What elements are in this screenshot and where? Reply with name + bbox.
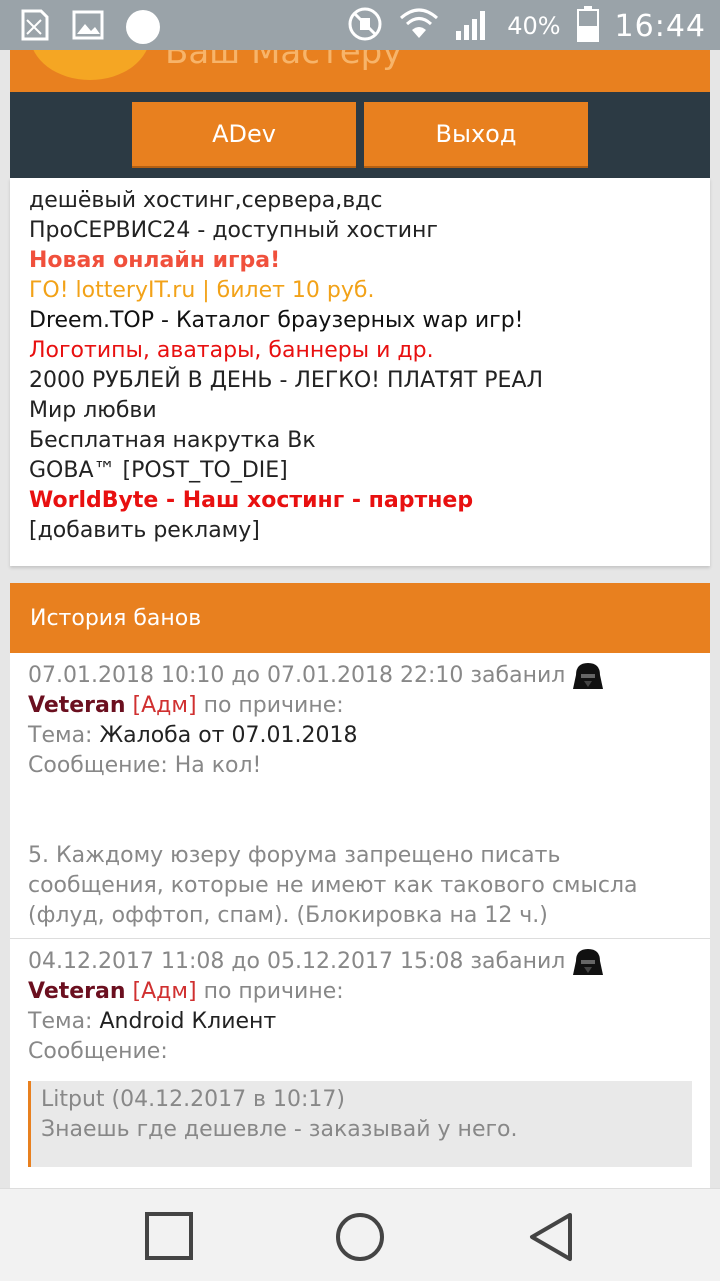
section-title: История банов: [10, 583, 710, 653]
ad-link[interactable]: Мир любви: [29, 396, 710, 426]
user-nav: ADev Выход: [10, 92, 710, 178]
darth-vader-avatar-icon[interactable]: [572, 661, 604, 691]
ban-period: 07.01.2018 10:10 до 07.01.2018 22:10 заб…: [28, 663, 566, 688]
site-header: Ваш Мастеру: [10, 50, 710, 92]
ban-entry: 04.12.2017 11:08 до 05.12.2017 15:08 заб…: [10, 939, 710, 1167]
quote-author: Litput (04.12.2017 в 10:17): [41, 1087, 346, 1112]
ad-link[interactable]: WorldByte - Наш хостинг - партнер: [29, 486, 710, 516]
ads-block: дешёвый хостинг,сервера,вдс ПроСЕРВИС24 -…: [10, 178, 710, 566]
admin-tag: [Адм]: [132, 693, 197, 718]
ad-link[interactable]: Новая онлайн игра!: [29, 246, 710, 276]
ad-link[interactable]: дешёвый хостинг,сервера,вдс: [29, 186, 710, 216]
admin-name-link[interactable]: Veteran: [28, 693, 126, 718]
clock: 16:44: [614, 8, 706, 44]
topic-link[interactable]: Android Клиент: [99, 1009, 276, 1034]
status-bar: 40% 16:44: [0, 0, 720, 50]
profile-button[interactable]: ADev: [132, 102, 356, 168]
ad-link[interactable]: Бесплатная накрутка Вк: [29, 426, 710, 456]
system-navigation-bar: [0, 1188, 720, 1281]
site-logo[interactable]: [30, 50, 150, 80]
ban-period: 04.12.2017 11:08 до 05.12.2017 15:08 заб…: [28, 949, 566, 974]
ad-link[interactable]: GOBA™ [POST_TO_DIE]: [29, 456, 710, 486]
logout-button[interactable]: Выход: [364, 102, 588, 168]
ban-entry: 07.01.2018 10:10 до 07.01.2018 22:10 заб…: [10, 653, 710, 939]
record-dot-icon: [126, 10, 160, 44]
site-title: Ваш Мастеру: [165, 50, 403, 72]
sim-icon: [20, 8, 50, 46]
topic-link[interactable]: Жалоба от 07.01.2018: [99, 723, 357, 748]
image-icon: [72, 10, 104, 44]
battery-percent: 40%: [507, 12, 561, 40]
message-label: Сообщение:: [28, 1039, 168, 1064]
message-text: На кол!: [174, 753, 262, 778]
ad-link[interactable]: ГО! lotteryIT.ru | билет 10 руб.: [29, 276, 710, 306]
reason-label: по причине:: [203, 979, 344, 1004]
quote-block: Litput (04.12.2017 в 10:17) Знаешь где д…: [28, 1081, 692, 1167]
ban-rule: 5. Каждому юзеру форума запрещено писать…: [28, 843, 638, 928]
ad-link[interactable]: [добавить рекламу]: [29, 516, 710, 546]
ad-link[interactable]: Логотипы, аватары, баннеры и др.: [29, 336, 710, 366]
darth-vader-avatar-icon[interactable]: [572, 947, 604, 977]
quote-text: Знаешь где дешевле - заказывай у него.: [41, 1117, 518, 1142]
wifi-icon: [399, 8, 439, 44]
home-icon[interactable]: [334, 1211, 386, 1267]
reason-label: по причине:: [203, 693, 344, 718]
ad-link[interactable]: 2000 РУБЛЕЙ В ДЕНЬ - ЛЕГКО! ПЛАТЯТ РЕАЛ: [29, 366, 710, 396]
mute-icon: [347, 6, 383, 46]
message-label: Сообщение:: [28, 753, 168, 778]
admin-tag: [Адм]: [132, 979, 197, 1004]
admin-name-link[interactable]: Veteran: [28, 979, 126, 1004]
ad-link[interactable]: ПроСЕРВИС24 - доступный хостинг: [29, 216, 710, 246]
ad-link[interactable]: Dreem.TOP - Каталог браузерных wap игр!: [29, 306, 710, 336]
recents-icon[interactable]: [144, 1211, 194, 1265]
topic-label: Тема:: [28, 1009, 93, 1034]
back-icon[interactable]: [526, 1211, 576, 1267]
signal-icon: [455, 7, 491, 45]
topic-label: Тема:: [28, 723, 93, 748]
battery-icon: [576, 6, 599, 46]
ban-history: История банов 07.01.2018 10:10 до 07.01.…: [10, 583, 710, 1189]
